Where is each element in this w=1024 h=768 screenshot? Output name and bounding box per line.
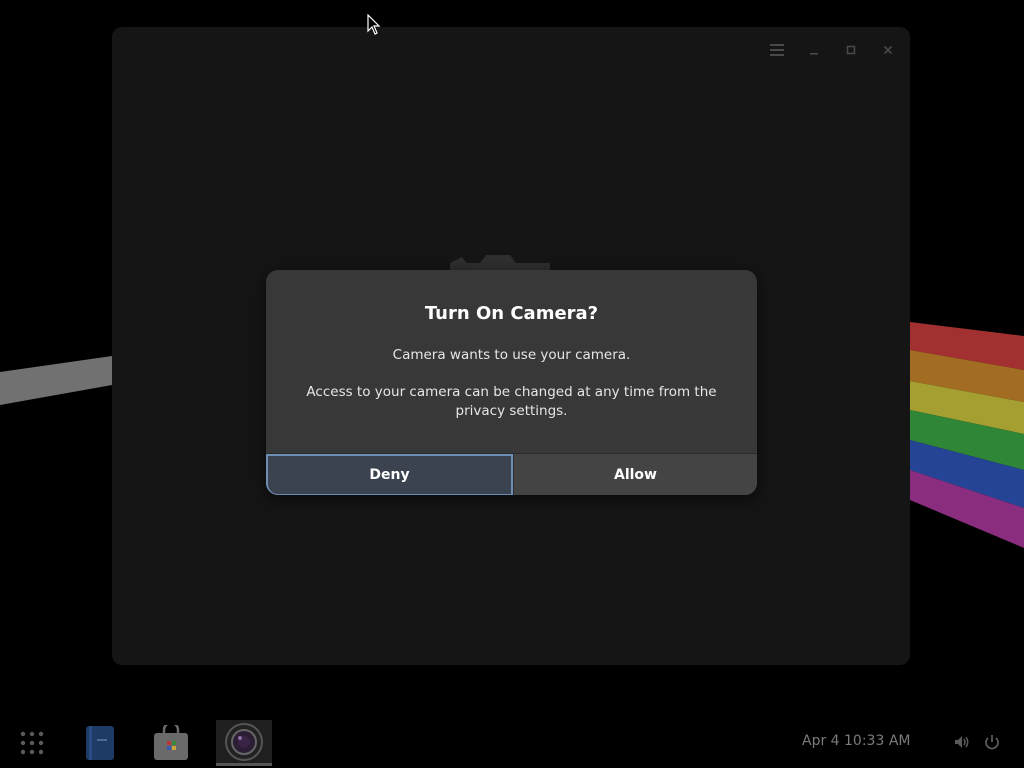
maximize-icon[interactable]: [838, 37, 863, 62]
notes-app-icon[interactable]: [72, 720, 128, 766]
taskbar: Apr 4 10:33 AM: [0, 718, 1024, 768]
dialog-title: Turn On Camera?: [424, 303, 599, 324]
clock[interactable]: Apr 4 10:33 AM: [802, 733, 910, 749]
camera-permission-dialog: Turn On Camera? Camera wants to use your…: [266, 270, 757, 495]
volume-icon[interactable]: [953, 733, 971, 751]
dialog-actions: Deny Allow: [266, 453, 757, 495]
camera-app-icon[interactable]: [216, 720, 272, 766]
hamburger-menu-icon[interactable]: [764, 37, 789, 62]
mouse-cursor-icon: [367, 14, 381, 35]
dialog-detail: Access to your camera can be changed at …: [306, 384, 717, 419]
window-controls: [764, 37, 900, 62]
deny-button[interactable]: Deny: [266, 454, 513, 495]
software-store-icon[interactable]: [143, 720, 199, 766]
minimize-icon[interactable]: [801, 37, 826, 62]
dialog-message: Camera wants to use your camera.: [392, 347, 631, 363]
power-icon[interactable]: [983, 733, 1001, 751]
app-grid-icon[interactable]: [4, 720, 60, 766]
allow-button[interactable]: Allow: [513, 454, 757, 495]
close-icon[interactable]: [875, 37, 900, 62]
